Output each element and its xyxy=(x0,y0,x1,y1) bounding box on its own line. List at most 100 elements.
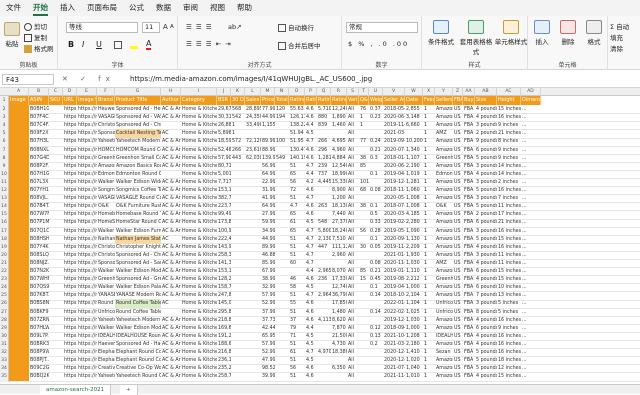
table-cell[interactable] xyxy=(231,372,245,381)
column-header[interactable]: SKU xyxy=(49,96,63,105)
table-cell[interactable]: 15 inches xyxy=(497,372,521,381)
table-cell[interactable]: 2021-11-03 xyxy=(383,372,405,381)
clear-button[interactable]: 清除 xyxy=(610,43,623,53)
format-as-table-button[interactable]: 套用表格格式 xyxy=(458,20,494,56)
shrink-font-button[interactable]: A xyxy=(170,24,174,30)
table-cell[interactable]: 4 pounds xyxy=(475,372,497,381)
product-thumbnail[interactable] xyxy=(9,372,29,382)
number-format-buttons[interactable]: $ % , .0 .00 xyxy=(348,40,409,48)
menu-tab-8[interactable]: 帮助 xyxy=(237,0,252,16)
table-cell[interactable]: Yaheetech Round Coffee Table xyxy=(115,372,161,381)
font-name-select[interactable]: 等线 xyxy=(66,22,138,33)
column-letter[interactable]: O xyxy=(289,88,305,96)
table-cell[interactable]: B0BQ2K...Color:Wa xyxy=(29,372,49,381)
table-cell[interactable] xyxy=(317,372,331,381)
table-cell[interactable]: US xyxy=(453,372,463,381)
column-header[interactable]: 30 Day Sales xyxy=(231,96,245,105)
row-number[interactable]: 1 xyxy=(0,96,9,105)
column-letter[interactable]: R xyxy=(331,88,347,96)
table-cell[interactable]: 4.6 xyxy=(305,372,317,381)
column-letter[interactable]: X xyxy=(423,88,435,96)
column-header[interactable]: Brand xyxy=(97,96,115,105)
borders-button[interactable] xyxy=(114,41,124,49)
insert-button[interactable]: 插入 xyxy=(530,20,554,46)
table-cell[interactable] xyxy=(275,372,289,381)
fill-button[interactable]: 填充 xyxy=(610,32,623,42)
column-header[interactable]: Variations xyxy=(347,96,359,105)
column-letter[interactable]: J xyxy=(217,88,231,96)
table-cell[interactable]: 1,010 xyxy=(405,372,423,381)
column-header[interactable]: Sellers xyxy=(435,96,453,105)
menu-tab-2[interactable]: 插入 xyxy=(60,0,75,16)
table-cell[interactable]: 258,718 xyxy=(217,372,231,381)
column-letter[interactable]: D xyxy=(63,88,77,96)
column-letter[interactable]: AC xyxy=(497,88,521,96)
table-cell[interactable]: 1 xyxy=(423,372,435,381)
italic-button[interactable]: I xyxy=(82,40,84,49)
column-header[interactable]: Rating Rev xyxy=(289,96,305,105)
column-header[interactable]: Size xyxy=(475,96,497,105)
font-size-select[interactable]: 11 xyxy=(142,22,160,33)
copy-button[interactable]: 复制 xyxy=(24,32,47,42)
column-header[interactable]: BSR xyxy=(217,96,231,105)
orientation-button[interactable]: ab↗ xyxy=(228,23,242,31)
autosum-button[interactable]: Σ 自动 xyxy=(610,21,629,31)
column-header[interactable]: URL xyxy=(63,96,77,105)
column-header[interactable]: Date xyxy=(405,96,423,105)
column-header[interactable]: Q&A xyxy=(359,96,369,105)
column-letter[interactable]: W xyxy=(405,88,423,96)
grow-font-button[interactable]: A xyxy=(163,23,168,31)
column-letter[interactable]: P xyxy=(305,88,317,96)
column-letter[interactable]: C xyxy=(49,88,63,96)
column-header[interactable]: Fees xyxy=(423,96,435,105)
column-letter[interactable]: E xyxy=(77,88,97,96)
format-button[interactable]: 格式 xyxy=(582,20,606,46)
table-cell[interactable]: AC & Ar xyxy=(161,372,181,381)
column-letter[interactable]: K xyxy=(231,88,245,96)
table-row[interactable]: 35B0BQ2K...Color:Wahttps://mhttps://mYah… xyxy=(0,372,640,382)
column-letter[interactable]: Q xyxy=(317,88,331,96)
table-cell[interactable]: 51 xyxy=(289,372,305,381)
number-format-select[interactable]: 常规 xyxy=(346,22,418,33)
menu-tab-4[interactable]: 公式 xyxy=(129,0,144,16)
column-header[interactable]: Weight(lb) xyxy=(369,96,383,105)
column-letter[interactable]: S xyxy=(347,88,359,96)
column-letter[interactable]: A xyxy=(9,88,29,96)
formula-input[interactable]: https://m.media-amazon.com/images/I/41qW… xyxy=(130,74,372,85)
table-cell[interactable]: https://m xyxy=(63,372,77,381)
paste-button[interactable]: 粘贴 xyxy=(3,22,21,48)
cut-button[interactable]: 剪切 xyxy=(24,21,47,31)
column-header[interactable]: Total Rating xyxy=(275,96,289,105)
table-cell[interactable]: All xyxy=(347,372,359,381)
underline-button[interactable]: U xyxy=(96,40,102,49)
table-cell[interactable]: Amazon xyxy=(435,372,453,381)
spreadsheet-grid[interactable]: A B C D E F G H I J K L M N O P Q R S T U V W X Y Z AA AB AC AD 1 Imag… xyxy=(0,88,640,384)
conditional-format-button[interactable]: 条件格式 xyxy=(424,20,458,46)
column-header[interactable]: Ratings xyxy=(317,96,331,105)
format-painter-button[interactable]: 格式刷 xyxy=(24,43,54,53)
column-header[interactable]: Height xyxy=(497,96,521,105)
cell-styles-button[interactable]: 单元格样式 xyxy=(494,20,528,46)
column-letter[interactable]: V xyxy=(383,88,405,96)
column-letter[interactable]: F xyxy=(97,88,115,96)
column-header[interactable]: Rating xyxy=(305,96,317,105)
column-header[interactable]: Product Title xyxy=(115,96,161,105)
table-cell[interactable] xyxy=(331,372,347,381)
menu-tab-3[interactable]: 页面布局 xyxy=(87,0,117,16)
column-letter[interactable]: I xyxy=(181,88,217,96)
column-letter[interactable]: L xyxy=(245,88,261,96)
table-cell[interactable]: ... xyxy=(521,372,541,381)
menu-tab-1[interactable]: 开始 xyxy=(33,0,48,16)
table-cell[interactable]: https://m xyxy=(77,372,97,381)
bold-button[interactable]: B xyxy=(68,40,74,49)
column-header[interactable]: Price($) xyxy=(261,96,275,105)
column-header[interactable]: Seller Available xyxy=(383,96,405,105)
name-box[interactable]: F43 xyxy=(2,74,54,85)
column-letter[interactable]: B xyxy=(29,88,49,96)
top-align-icons[interactable]: ☰ ☰ ☰ xyxy=(186,23,213,31)
wrap-text-button[interactable]: 自动换行 xyxy=(278,22,314,32)
fill-color-button[interactable] xyxy=(130,41,140,49)
column-letter[interactable]: Z xyxy=(453,88,463,96)
column-header[interactable]: Ratings Rate xyxy=(331,96,347,105)
menu-tab-0[interactable]: 文件 xyxy=(6,0,21,16)
